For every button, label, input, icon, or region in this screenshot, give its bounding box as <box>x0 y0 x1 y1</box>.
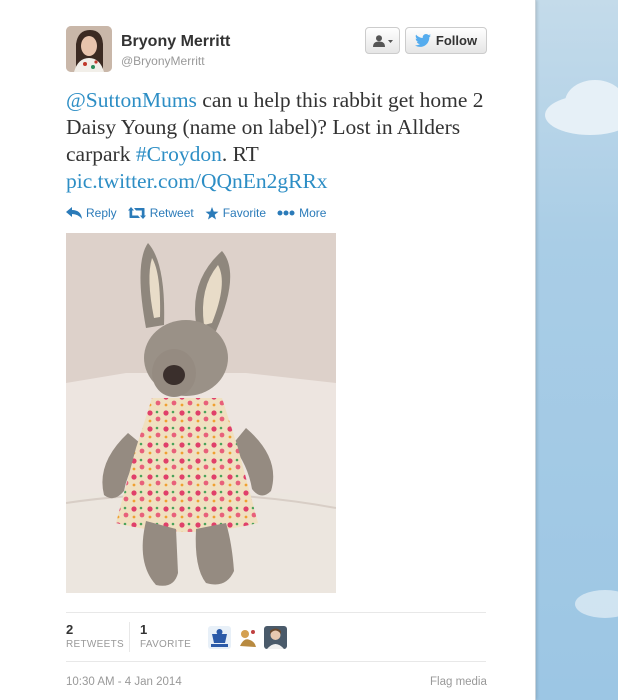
favorites-stat[interactable]: 1 FAVORITE <box>140 622 191 650</box>
retweets-count: 2 <box>66 622 74 637</box>
reply-button[interactable]: Reply <box>66 206 117 220</box>
favorites-label: FAVORITE <box>140 639 192 650</box>
retweet-label: Retweet <box>149 206 194 220</box>
pic-link[interactable]: pic.twitter.com/QQnEn2gRRx <box>66 169 328 193</box>
user-avatar[interactable] <box>264 626 287 649</box>
favorite-button[interactable]: Favorite <box>205 206 266 220</box>
author-avatar[interactable] <box>66 26 112 72</box>
reply-label: Reply <box>86 206 117 220</box>
favorites-count: 1 <box>140 622 148 637</box>
tweet-text-part: . RT <box>221 142 259 166</box>
retweet-icon <box>127 207 146 219</box>
person-icon <box>372 34 393 47</box>
stat-separator <box>129 622 130 652</box>
flag-media-link[interactable]: Flag media <box>430 676 487 688</box>
author-handle[interactable]: @BryonyMerritt <box>121 54 205 68</box>
more-dots-icon <box>277 210 295 216</box>
twitter-bird-icon <box>414 34 431 47</box>
tweet-card: Bryony Merritt @BryonyMerritt Follow @Su… <box>0 0 536 700</box>
mention-link[interactable]: @SuttonMums <box>66 88 197 112</box>
author-name[interactable]: Bryony Merritt <box>121 33 230 51</box>
user-avatar[interactable] <box>236 626 259 649</box>
cloud-decoration <box>565 80 618 125</box>
more-label: More <box>299 206 327 220</box>
star-icon <box>205 206 219 219</box>
tweet-photo[interactable] <box>66 233 336 593</box>
cloud-decoration <box>575 590 618 618</box>
retweets-label: RETWEETS <box>66 639 124 650</box>
tweet-text: @SuttonMums can u help this rabbit get h… <box>66 87 486 195</box>
tweet-timestamp[interactable]: 10:30 AM - 4 Jan 2014 <box>66 676 182 688</box>
user-actions-button[interactable] <box>365 27 400 54</box>
stats-divider-bottom <box>66 661 486 662</box>
hashtag-link[interactable]: #Croydon <box>136 142 222 166</box>
stats-divider-top <box>66 612 486 613</box>
follow-label: Follow <box>435 33 478 48</box>
retweet-button[interactable]: Retweet <box>127 206 194 220</box>
favorite-label: Favorite <box>222 206 267 220</box>
follow-button[interactable]: Follow <box>405 27 487 54</box>
more-button[interactable]: More <box>277 206 326 220</box>
reply-icon <box>66 207 82 219</box>
user-avatar[interactable] <box>208 626 231 649</box>
tweet-actions: Reply Retweet Favorite More <box>66 206 326 220</box>
retweets-stat[interactable]: 2 RETWEETS <box>66 622 124 650</box>
